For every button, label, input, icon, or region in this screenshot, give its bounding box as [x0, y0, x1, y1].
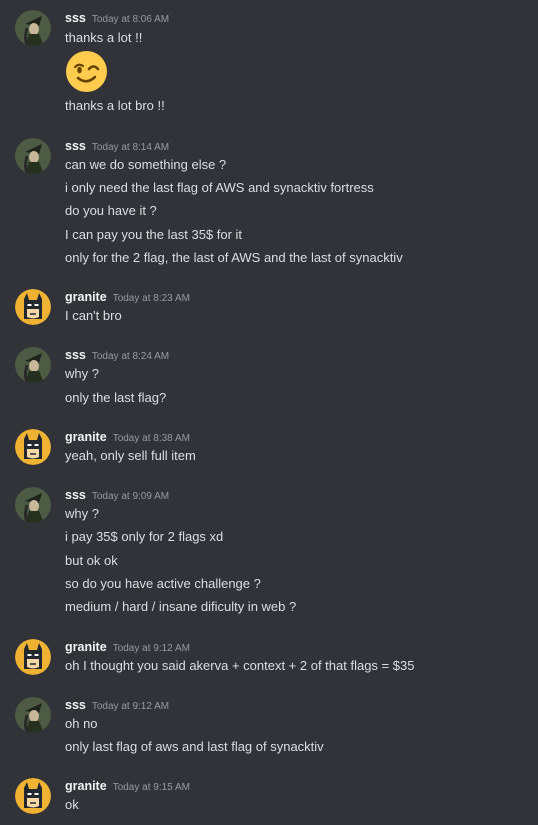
message-text: why ?	[65, 506, 99, 521]
username[interactable]: sss	[65, 11, 86, 25]
message-text: i only need the last flag of AWS and syn…	[65, 180, 374, 195]
witch-avatar-icon[interactable]	[15, 487, 51, 523]
witch-avatar-icon[interactable]	[15, 138, 51, 174]
batman-avatar-icon[interactable]	[15, 429, 51, 465]
username[interactable]: sss	[65, 488, 86, 502]
username[interactable]: sss	[65, 698, 86, 712]
timestamp: Today at 8:38 AM	[112, 433, 190, 444]
timestamp: Today at 8:14 AM	[91, 142, 170, 153]
winking-face-emoji	[65, 50, 108, 93]
message-text: i pay 35$ only for 2 flags xd	[65, 529, 224, 544]
message-text: oh no	[65, 716, 98, 731]
timestamp: Today at 9:09 AM	[91, 491, 170, 502]
batman-avatar-icon[interactable]	[15, 639, 51, 675]
message-text: why ?	[65, 366, 99, 381]
witch-avatar-icon[interactable]	[15, 347, 51, 383]
batman-avatar-icon[interactable]	[15, 778, 51, 814]
message-text: oh I thought you said akerva + context +…	[65, 658, 415, 673]
username[interactable]: granite	[65, 430, 107, 444]
batman-avatar-icon[interactable]	[15, 289, 51, 325]
chat-message-list: sss Today at 8:06 AM thanks a lot !! than…	[0, 0, 538, 825]
username[interactable]: granite	[65, 290, 107, 304]
message-text: thanks a lot !!	[65, 30, 143, 45]
message-text: so do you have active challenge ?	[65, 576, 261, 591]
timestamp: Today at 8:23 AM	[112, 293, 190, 304]
witch-avatar-icon[interactable]	[15, 10, 51, 46]
message-text: yeah, only sell full item	[65, 448, 196, 463]
timestamp: Today at 9:12 AM	[112, 643, 190, 654]
message-text: only last flag of aws and last flag of s…	[65, 739, 324, 754]
username[interactable]: granite	[65, 640, 107, 654]
timestamp: Today at 9:12 AM	[91, 701, 170, 712]
message-text: do you have it ?	[65, 203, 157, 218]
username[interactable]: granite	[65, 779, 107, 793]
message-text: I can't bro	[65, 308, 122, 323]
message-text: can we do something else ?	[65, 157, 227, 172]
message-text: only the last flag?	[65, 390, 167, 405]
username[interactable]: sss	[65, 348, 86, 362]
message-text: ok	[65, 797, 79, 812]
message-text: I can pay you the last 35$ for it	[65, 227, 243, 242]
timestamp: Today at 8:24 AM	[91, 351, 170, 362]
message-text: but ok ok	[65, 553, 118, 568]
username[interactable]: sss	[65, 139, 86, 153]
message-text: medium / hard / insane dificulty in web …	[65, 599, 297, 614]
timestamp: Today at 8:06 AM	[91, 14, 170, 25]
message-text: thanks a lot bro !!	[65, 98, 165, 113]
message-text: only for the 2 flag, the last of AWS and…	[65, 250, 403, 265]
timestamp: Today at 9:15 AM	[112, 782, 190, 793]
witch-avatar-icon[interactable]	[15, 697, 51, 733]
